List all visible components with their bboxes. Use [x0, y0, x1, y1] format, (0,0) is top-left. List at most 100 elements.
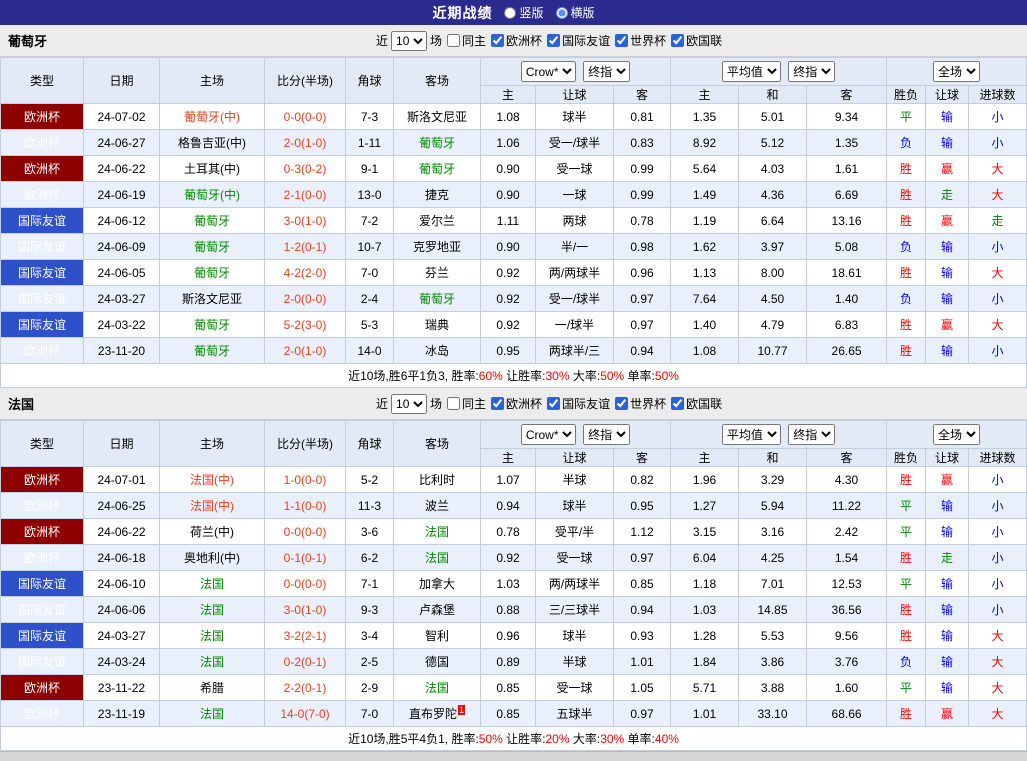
home-team-cell-link[interactable]: 希腊 — [200, 681, 224, 695]
odds-provider-select[interactable]: Crow* — [521, 61, 576, 82]
asian-odds-time-select[interactable]: 终指 — [583, 61, 630, 82]
home-team-cell[interactable]: 法国 — [160, 571, 265, 597]
home-team-cell-link[interactable]: 荷兰(中) — [190, 525, 234, 539]
away-team-cell[interactable]: 比利时 — [394, 467, 481, 493]
home-team-cell-link[interactable]: 葡萄牙 — [194, 344, 230, 358]
home-team-cell[interactable]: 土耳其(中) — [160, 156, 265, 182]
home-team-cell[interactable]: 格鲁吉亚(中) — [160, 130, 265, 156]
match-scope-select[interactable]: 全场 — [933, 424, 980, 445]
away-team-cell-link[interactable]: 加拿大 — [419, 577, 455, 591]
away-team-cell-link[interactable]: 葡萄牙 — [419, 136, 455, 150]
away-team-cell[interactable]: 法国 — [394, 675, 481, 701]
home-team-cell-link[interactable]: 法国(中) — [190, 499, 234, 513]
home-team-cell-link[interactable]: 格鲁吉亚(中) — [178, 136, 246, 150]
away-team-cell[interactable]: 葡萄牙 — [394, 286, 481, 312]
euro-cup-checkbox[interactable] — [491, 397, 504, 410]
nations-league-checkbox[interactable] — [671, 397, 684, 410]
filter-euro-cup[interactable]: 欧洲杯 — [491, 32, 542, 49]
euro-cup-checkbox[interactable] — [491, 34, 504, 47]
away-team-cell[interactable]: 加拿大 — [394, 571, 481, 597]
layout-option-horizontal[interactable]: 横版 — [556, 4, 595, 21]
home-team-cell[interactable]: 法国 — [160, 623, 265, 649]
away-team-cell[interactable]: 冰岛 — [394, 338, 481, 364]
home-team-cell[interactable]: 葡萄牙 — [160, 338, 265, 364]
average-odds-select[interactable]: 平均值 — [722, 424, 781, 445]
away-team-cell-link[interactable]: 芬兰 — [425, 266, 449, 280]
away-team-cell-link[interactable]: 卢森堡 — [419, 603, 455, 617]
home-team-cell-link[interactable]: 葡萄牙 — [194, 240, 230, 254]
away-team-cell-link[interactable]: 德国 — [425, 655, 449, 669]
filter-nations-league[interactable]: 欧国联 — [671, 395, 722, 412]
away-team-cell-link[interactable]: 法国 — [425, 681, 449, 695]
home-team-cell[interactable]: 法国 — [160, 597, 265, 623]
euro-odds-time-select[interactable]: 终指 — [788, 61, 835, 82]
away-team-cell[interactable]: 爱尔兰 — [394, 208, 481, 234]
home-team-cell[interactable]: 法国 — [160, 701, 265, 727]
away-team-cell-link[interactable]: 直布罗陀 — [409, 707, 457, 721]
home-team-cell-link[interactable]: 葡萄牙 — [194, 318, 230, 332]
home-team-cell-link[interactable]: 葡萄牙(中) — [184, 110, 240, 124]
home-team-cell-link[interactable]: 法国(中) — [190, 473, 234, 487]
away-team-cell[interactable]: 波兰 — [394, 493, 481, 519]
home-team-cell-link[interactable]: 土耳其(中) — [184, 162, 240, 176]
away-team-cell-link[interactable]: 波兰 — [425, 499, 449, 513]
filter-same-home[interactable]: 同主 — [447, 32, 486, 49]
home-team-cell[interactable]: 希腊 — [160, 675, 265, 701]
horizontal-layout-radio[interactable] — [556, 7, 568, 19]
filter-euro-cup[interactable]: 欧洲杯 — [491, 395, 542, 412]
home-team-cell-link[interactable]: 法国 — [200, 655, 224, 669]
away-team-cell[interactable]: 法国 — [394, 545, 481, 571]
home-team-cell-link[interactable]: 法国 — [200, 629, 224, 643]
away-team-cell[interactable]: 瑞典 — [394, 312, 481, 338]
world-cup-checkbox[interactable] — [615, 397, 628, 410]
home-team-cell-link[interactable]: 葡萄牙 — [194, 266, 230, 280]
away-team-cell-link[interactable]: 爱尔兰 — [419, 214, 455, 228]
away-team-cell[interactable]: 葡萄牙 — [394, 130, 481, 156]
away-team-cell-link[interactable]: 斯洛文尼亚 — [407, 110, 467, 124]
home-team-cell[interactable]: 奥地利(中) — [160, 545, 265, 571]
odds-provider-select[interactable]: Crow* — [521, 424, 576, 445]
away-team-cell[interactable]: 法国 — [394, 519, 481, 545]
euro-odds-time-select[interactable]: 终指 — [788, 424, 835, 445]
same-home-checkbox[interactable] — [447, 34, 460, 47]
filter-same-home[interactable]: 同主 — [447, 395, 486, 412]
home-team-cell-link[interactable]: 葡萄牙 — [194, 214, 230, 228]
home-team-cell[interactable]: 法国(中) — [160, 493, 265, 519]
away-team-cell-link[interactable]: 捷克 — [425, 188, 449, 202]
filter-friendly[interactable]: 国际友谊 — [547, 32, 610, 49]
away-team-cell-link[interactable]: 克罗地亚 — [413, 240, 461, 254]
filter-world-cup[interactable]: 世界杯 — [615, 32, 666, 49]
away-team-cell-link[interactable]: 法国 — [425, 525, 449, 539]
away-team-cell[interactable]: 斯洛文尼亚 — [394, 104, 481, 130]
home-team-cell[interactable]: 葡萄牙 — [160, 234, 265, 260]
away-team-cell[interactable]: 葡萄牙 — [394, 156, 481, 182]
vertical-layout-radio[interactable] — [504, 7, 516, 19]
home-team-cell[interactable]: 葡萄牙(中) — [160, 104, 265, 130]
nations-league-checkbox[interactable] — [671, 34, 684, 47]
home-team-cell[interactable]: 法国(中) — [160, 467, 265, 493]
away-team-cell[interactable]: 卢森堡 — [394, 597, 481, 623]
friendly-checkbox[interactable] — [547, 397, 560, 410]
home-team-cell-link[interactable]: 法国 — [200, 603, 224, 617]
away-team-cell[interactable]: 智利 — [394, 623, 481, 649]
match-scope-select[interactable]: 全场 — [933, 61, 980, 82]
match-count-select[interactable]: 10 — [391, 394, 427, 414]
away-team-cell[interactable]: 直布罗陀1 — [394, 701, 481, 727]
filter-world-cup[interactable]: 世界杯 — [615, 395, 666, 412]
layout-option-vertical[interactable]: 竖版 — [504, 4, 543, 21]
away-team-cell[interactable]: 芬兰 — [394, 260, 481, 286]
home-team-cell-link[interactable]: 斯洛文尼亚 — [182, 292, 242, 306]
away-team-cell-link[interactable]: 比利时 — [419, 473, 455, 487]
away-team-cell-link[interactable]: 冰岛 — [425, 344, 449, 358]
away-team-cell-link[interactable]: 葡萄牙 — [419, 292, 455, 306]
match-count-select[interactable]: 10 — [391, 31, 427, 51]
filter-friendly[interactable]: 国际友谊 — [547, 395, 610, 412]
away-team-cell[interactable]: 克罗地亚 — [394, 234, 481, 260]
away-team-cell-link[interactable]: 葡萄牙 — [419, 162, 455, 176]
away-team-cell-link[interactable]: 智利 — [425, 629, 449, 643]
away-team-cell-link[interactable]: 法国 — [425, 551, 449, 565]
home-team-cell[interactable]: 葡萄牙 — [160, 312, 265, 338]
home-team-cell[interactable]: 法国 — [160, 649, 265, 675]
home-team-cell-link[interactable]: 法国 — [200, 707, 224, 721]
world-cup-checkbox[interactable] — [615, 34, 628, 47]
